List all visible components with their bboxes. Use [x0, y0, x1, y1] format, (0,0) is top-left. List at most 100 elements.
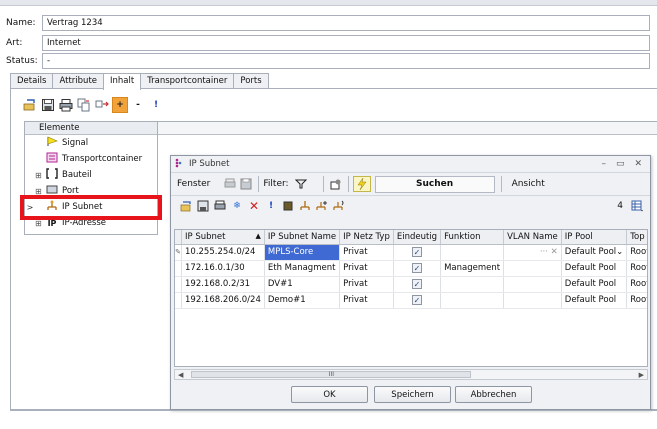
cell-top[interactable]: Root — [626, 276, 647, 293]
network-config-icon[interactable] — [332, 199, 346, 213]
scrollbar-thumb[interactable]: III — [191, 371, 472, 378]
cell-vlan[interactable] — [503, 260, 562, 277]
lightning-icon[interactable] — [352, 176, 371, 192]
ansicht-menu[interactable]: Ansicht — [512, 179, 545, 189]
column-header[interactable]: Funktion — [440, 230, 505, 245]
tab-transportcontainer[interactable]: Transportcontainer — [140, 73, 235, 89]
cell-name[interactable]: Eth Managment — [264, 260, 341, 277]
table-row[interactable]: 172.16.0.1/30 Eth Managment Privat ✓ Man… — [175, 260, 647, 277]
chevron-down-icon[interactable]: ⌄ — [616, 247, 623, 257]
cell-name[interactable]: DV#1 — [264, 276, 341, 293]
cell-eindeutig[interactable]: ✓ — [393, 292, 442, 309]
cell-top[interactable]: Root — [626, 260, 647, 277]
network-icon[interactable] — [298, 199, 312, 213]
copy-icon[interactable] — [76, 97, 92, 113]
cell-typ[interactable]: Privat — [339, 244, 394, 261]
search-button[interactable]: Suchen — [374, 175, 495, 193]
save-icon[interactable] — [40, 97, 56, 113]
add-button[interactable]: + — [112, 97, 128, 113]
network-add-icon[interactable] — [315, 199, 329, 213]
filter-icon[interactable] — [293, 176, 309, 192]
print-icon[interactable] — [222, 176, 238, 192]
column-chooser-icon[interactable] — [630, 199, 644, 213]
column-header[interactable]: IP Subnet Name — [264, 230, 341, 245]
cell-vlan[interactable] — [503, 292, 562, 309]
cell-vlan[interactable]: ··· ✕ — [503, 244, 562, 261]
cell-pool[interactable]: Default Pool — [561, 276, 628, 293]
table-row[interactable]: 192.168.0.2/31 DV#1 Privat ✓ Default Poo… — [175, 276, 647, 293]
table-row[interactable]: 192.168.206.0/24 Demo#1 Privat ✓ Default… — [175, 292, 647, 309]
print-icon[interactable] — [213, 199, 227, 213]
checkbox[interactable]: ✓ — [411, 278, 422, 289]
status-field[interactable]: - — [42, 53, 650, 69]
minimize-icon[interactable]: – — [601, 159, 606, 169]
checkbox[interactable]: ✓ — [411, 246, 422, 257]
edit-icon[interactable] — [179, 199, 193, 213]
tab-ports[interactable]: Ports — [233, 73, 269, 89]
cell-typ[interactable]: Privat — [339, 260, 394, 277]
print-icon[interactable] — [58, 97, 74, 113]
scroll-left-icon[interactable]: ◀ — [178, 371, 183, 379]
column-header[interactable]: IP Pool — [561, 230, 628, 245]
scroll-right-icon[interactable]: ▶ — [639, 371, 644, 379]
tab-inhalt[interactable]: Inhalt — [103, 73, 142, 90]
cell-typ[interactable]: Privat — [339, 292, 394, 309]
tree-item-transportcontainer[interactable]: Transportcontainer — [25, 151, 157, 167]
alert-icon[interactable]: ! — [264, 199, 278, 213]
cell-name[interactable]: Demo#1 — [264, 292, 341, 309]
checkbox[interactable]: ✓ — [411, 294, 422, 305]
expand-icon[interactable]: ⊞ — [35, 171, 45, 180]
name-field[interactable]: Vertrag 1234 — [42, 15, 650, 31]
tree-item-signal[interactable]: Signal — [25, 135, 157, 151]
column-header[interactable]: Top Sub — [626, 230, 647, 245]
tab-attribute[interactable]: Attribute — [52, 73, 105, 89]
alert-button[interactable]: ! — [148, 97, 164, 113]
tree-item-bauteil[interactable]: ⊞ Bauteil — [25, 167, 157, 183]
save-icon[interactable] — [238, 176, 254, 192]
cell-subnet[interactable]: 172.16.0.1/30 — [181, 260, 265, 277]
delete-icon[interactable]: ✕ — [247, 199, 261, 213]
cancel-button[interactable]: Abbrechen — [455, 386, 532, 403]
save-icon[interactable] — [196, 199, 210, 213]
column-header[interactable]: IP Subnet ▲ — [181, 230, 265, 245]
dialog-titlebar[interactable]: IP Subnet – ▭ ✕ — [171, 156, 650, 172]
cell-subnet[interactable]: 10.255.254.0/24 — [181, 244, 265, 261]
cell-vlan[interactable] — [503, 276, 562, 293]
remove-button[interactable]: - — [130, 97, 146, 113]
cell-subnet[interactable]: 192.168.206.0/24 — [181, 292, 265, 309]
horizontal-scrollbar[interactable]: ◀ III ▶ — [174, 369, 648, 380]
cell-pool[interactable]: Default Pool ⌄ — [561, 244, 628, 261]
move-icon[interactable] — [94, 97, 110, 113]
cell-eindeutig[interactable]: ✓ — [393, 260, 442, 277]
checkbox[interactable]: ✓ — [411, 262, 422, 273]
cell-pool[interactable]: Default Pool — [561, 260, 628, 277]
cell-funktion[interactable] — [440, 244, 505, 261]
snowflake-icon[interactable]: ❄ — [230, 199, 244, 213]
cell-eindeutig[interactable]: ✓ — [393, 244, 442, 261]
cell-top[interactable]: Root — [626, 292, 647, 309]
close-icon[interactable]: ✕ — [634, 159, 642, 169]
maximize-icon[interactable]: ▭ — [616, 159, 625, 169]
cell-top[interactable]: Root — [626, 244, 647, 261]
cell-funktion[interactable]: Management — [440, 260, 505, 277]
tab-details[interactable]: Details — [10, 73, 54, 89]
clear-icon[interactable]: ··· ✕ — [540, 247, 558, 257]
cell-typ[interactable]: Privat — [339, 276, 394, 293]
cell-name[interactable]: MPLS-Core — [264, 244, 341, 261]
table-row[interactable]: ✎ 10.255.254.0/24 MPLS-Core Privat ✓ ···… — [175, 244, 647, 261]
art-field[interactable]: Internet — [42, 35, 650, 51]
column-header[interactable]: Eindeutig — [393, 230, 442, 245]
column-header[interactable]: IP Netz Typ — [339, 230, 394, 245]
column-header[interactable]: VLAN Name — [503, 230, 562, 245]
cell-funktion[interactable] — [440, 292, 505, 309]
cell-pool[interactable]: Default Pool — [561, 292, 628, 309]
edit-icon[interactable] — [22, 97, 38, 113]
cell-funktion[interactable] — [440, 276, 505, 293]
cell-eindeutig[interactable]: ✓ — [393, 276, 442, 293]
export-icon[interactable] — [281, 199, 295, 213]
cell-subnet[interactable]: 192.168.0.2/31 — [181, 276, 265, 293]
save-button[interactable]: Speichern — [374, 386, 451, 403]
ok-button[interactable]: OK — [291, 386, 368, 403]
fenster-menu[interactable]: Fenster — [177, 179, 210, 189]
settings-icon[interactable] — [328, 176, 344, 192]
